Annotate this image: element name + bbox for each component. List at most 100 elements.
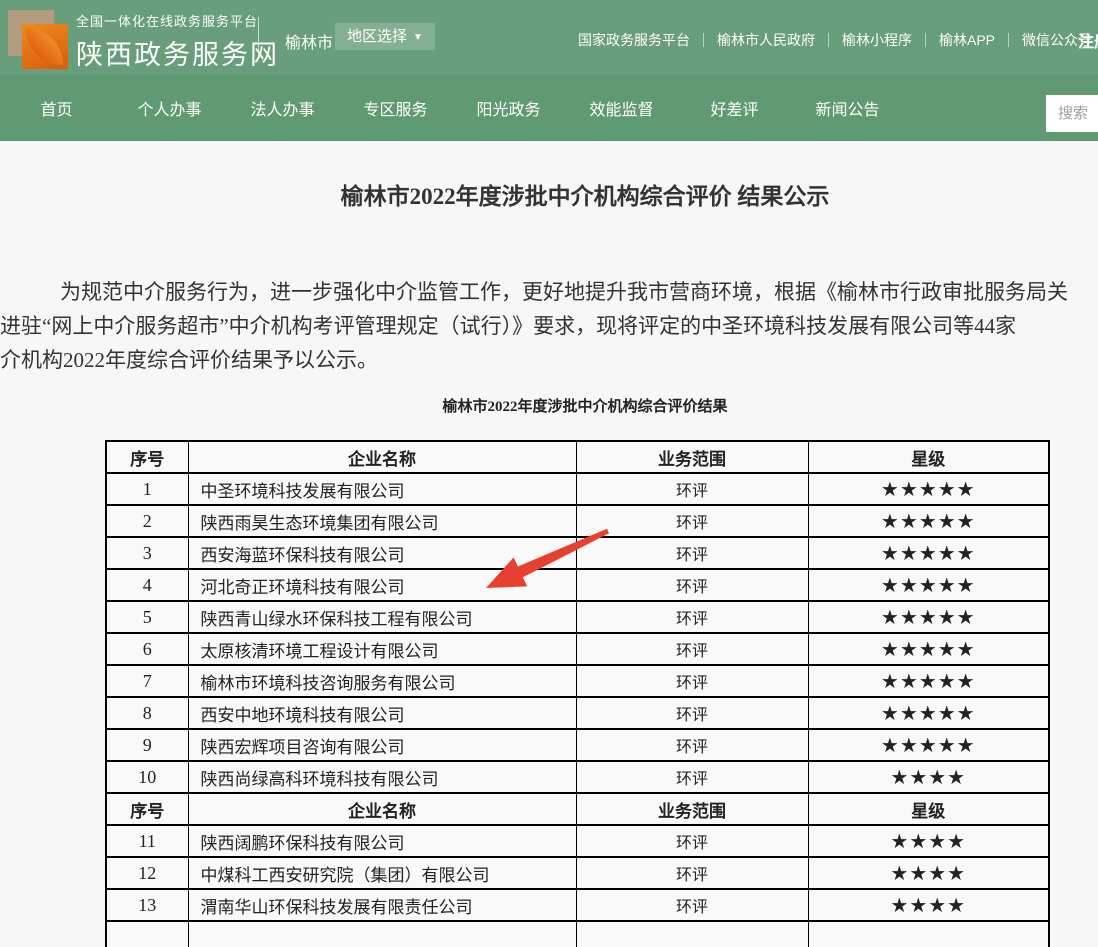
header-links: 国家政务服务平台榆林市人民政府榆林小程序榆林APP微信公众号 [578,30,1092,50]
table-row: 8西安中地环境科技有限公司环评★★★★★ [106,697,1049,729]
divider [1008,33,1009,47]
cell-scope: 环评 [576,601,808,633]
cell-no: 7 [106,665,188,697]
paragraph-line: 介机构2022年度综合评价结果予以公示。 [0,343,1098,377]
page: 全国一体化在线政务服务平台 陕西政务服务网 榆林市 地区选择▼ 国家政务服务平台… [0,0,1098,947]
cell-name: 西安中地环境科技有限公司 [188,697,576,729]
divider [258,17,259,59]
nav-item[interactable]: 专区服务 [339,96,452,120]
cell-scope: 环评 [576,697,808,729]
column-header: 业务范围 [576,441,808,473]
cell-scope: 环评 [576,633,808,665]
table-row: 5陕西青山绿水环保科技工程有限公司环评★★★★★ [106,601,1049,633]
evaluation-table: 序号企业名称业务范围星级1中圣环境科技发展有限公司环评★★★★★2陕西雨昊生态环… [105,440,1050,947]
table-row: 3西安海蓝环保科技有限公司环评★★★★★ [106,537,1049,569]
cell-stars: ★★★★★ [808,505,1049,537]
header-link[interactable]: 国家政务服务平台 [578,30,690,50]
brand-block: 全国一体化在线政务服务平台 陕西政务服务网 [76,11,279,72]
divider [703,33,704,47]
cell-stars: ★★★★ [808,761,1049,793]
nav-item[interactable]: 好差评 [678,96,791,120]
cell-scope: 环评 [576,505,808,537]
cell-stars: ★★★★ [808,857,1049,889]
header-link[interactable]: 榆林小程序 [842,30,912,50]
cell-stars: ★★★★★ [808,473,1049,505]
header-link[interactable]: 榆林APP [939,30,995,50]
cell-scope: 环评 [576,889,808,921]
column-header: 星级 [808,441,1049,473]
cell-no: 10 [106,761,188,793]
table-row: 11陕西阔鹏环保科技有限公司环评★★★★ [106,825,1049,857]
column-header: 企业名称 [188,441,576,473]
cell-name: 榆林市环境科技咨询服务有限公司 [188,665,576,697]
cell-name: 河北奇正环境科技有限公司 [188,569,576,601]
nav-item[interactable]: 首页 [0,96,113,120]
column-header: 企业名称 [188,793,576,825]
cell-stars: ★★★★★ [808,537,1049,569]
cell-scope: 环评 [576,729,808,761]
cell-scope: 环评 [576,473,808,505]
cell-no: 12 [106,857,188,889]
nav-menu: 首页个人办事法人办事专区服务阳光政务效能监督好差评新闻公告 [0,75,1098,141]
cell-name: 陕西雨昊生态环境集团有限公司 [188,505,576,537]
cell-empty [808,921,1049,947]
register-link[interactable]: 注册 [1078,28,1098,52]
table-row: 2陕西雨昊生态环境集团有限公司环评★★★★★ [106,505,1049,537]
column-header: 星级 [808,793,1049,825]
main-nav-bar: 首页个人办事法人办事专区服务阳光政务效能监督好差评新闻公告 [0,75,1098,141]
cell-scope: 环评 [576,825,808,857]
site-name: 陕西政务服务网 [76,33,279,72]
cell-name: 陕西青山绿水环保科技工程有限公司 [188,601,576,633]
table-header-row: 序号企业名称业务范围星级 [106,441,1049,473]
cell-no: 1 [106,473,188,505]
cell-no: 5 [106,601,188,633]
column-header: 序号 [106,793,188,825]
cell-name: 中圣环境科技发展有限公司 [188,473,576,505]
table-row: 6太原核清环境工程设计有限公司环评★★★★★ [106,633,1049,665]
cell-stars: ★★★★★ [808,601,1049,633]
page-title: 榆林市2022年度涉批中介机构综合评价 结果公示 [0,177,1098,211]
nav-item[interactable]: 新闻公告 [791,96,904,120]
paragraph-line: 进驻“网上中介服务超市”中介机构考评管理规定（试行）》要求，现将评定的中圣环境科… [0,309,1098,343]
cell-no: 11 [106,825,188,857]
cell-stars: ★★★★★ [808,569,1049,601]
cell-no: 8 [106,697,188,729]
nav-item[interactable]: 效能监督 [565,96,678,120]
cell-stars: ★★★★★ [808,729,1049,761]
cell-empty [188,921,576,947]
search-input[interactable] [1046,95,1098,132]
cell-empty [106,921,188,947]
notice-paragraph: 为规范中介服务行为，进一步强化中介监管工作，更好地提升我市营商环境，根据《榆林市… [0,275,1098,377]
cell-name: 太原核清环境工程设计有限公司 [188,633,576,665]
nav-item[interactable]: 阳光政务 [452,96,565,120]
header-link[interactable]: 榆林市人民政府 [717,30,815,50]
cell-scope: 环评 [576,761,808,793]
platform-tagline: 全国一体化在线政务服务平台 [76,11,279,30]
table-row: 7榆林市环境科技咨询服务有限公司环评★★★★★ [106,665,1049,697]
cell-no: 13 [106,889,188,921]
cell-no: 6 [106,633,188,665]
region-select-label: 地区选择 [347,28,407,45]
logo-orange-square [22,24,68,69]
column-header: 业务范围 [576,793,808,825]
divider [828,33,829,47]
region-select-button[interactable]: 地区选择 ▼ [335,23,435,50]
cell-name: 陕西尚绿高科环境科技有限公司 [188,761,576,793]
cell-scope: 环评 [576,569,808,601]
cell-name: 渭南华山环保科技发展有限责任公司 [188,889,576,921]
top-header-bar: 全国一体化在线政务服务平台 陕西政务服务网 榆林市 地区选择▼ 国家政务服务平台… [0,0,1098,75]
column-header: 序号 [106,441,188,473]
nav-item[interactable]: 个人办事 [113,96,226,120]
chevron-down-icon: ▼ [413,32,423,43]
paragraph-line: 为规范中介服务行为，进一步强化中介监管工作，更好地提升我市营商环境，根据《榆林市… [0,275,1098,309]
cell-stars: ★★★★ [808,889,1049,921]
cell-name: 陕西宏辉项目咨询有限公司 [188,729,576,761]
article: 榆林市2022年度涉批中介机构综合评价 结果公示 为规范中介服务行为，进一步强化… [0,177,1098,947]
table-row: 1中圣环境科技发展有限公司环评★★★★★ [106,473,1049,505]
nav-item[interactable]: 法人办事 [226,96,339,120]
cell-stars: ★★★★★ [808,633,1049,665]
table-row-partial [106,921,1049,947]
cell-name: 西安海蓝环保科技有限公司 [188,537,576,569]
cell-name: 陕西阔鹏环保科技有限公司 [188,825,576,857]
table-row: 12中煤科工西安研究院（集团）有限公司环评★★★★ [106,857,1049,889]
